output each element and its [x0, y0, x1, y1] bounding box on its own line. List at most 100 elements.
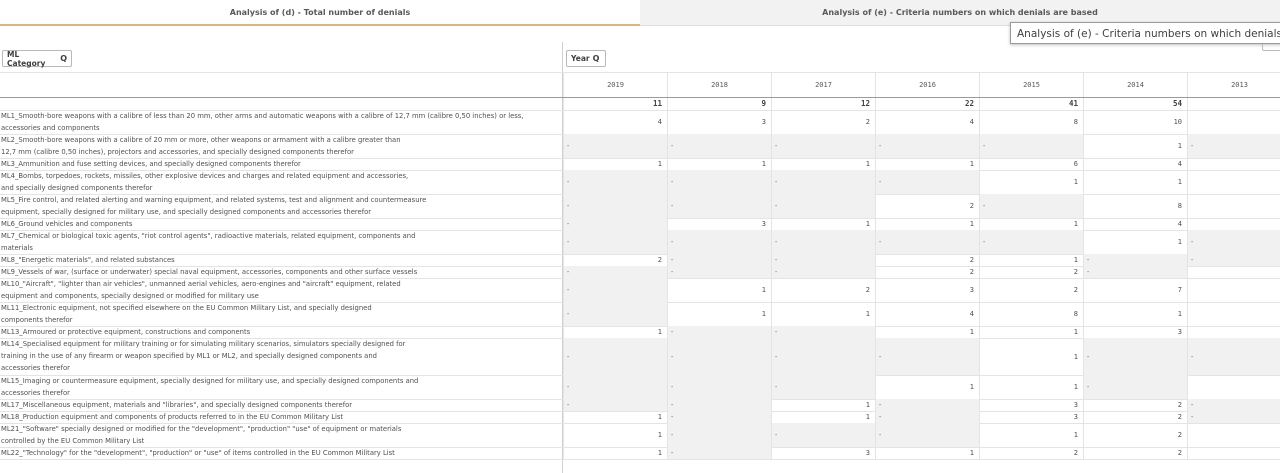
table-cell[interactable]: - — [563, 230, 667, 254]
row-category-label[interactable]: ML13_Armoured or protective equipment, c… — [1, 326, 551, 338]
table-cell[interactable]: - — [1083, 375, 1187, 399]
year-column-header[interactable]: 2017 — [771, 72, 875, 98]
table-cell[interactable]: - — [771, 170, 875, 194]
table-cell[interactable]: - — [771, 326, 875, 338]
table-cell[interactable] — [1187, 278, 1280, 302]
table-cell[interactable]: - — [771, 230, 875, 254]
table-cell[interactable] — [1187, 170, 1280, 194]
row-category-label[interactable]: ML2_Smooth-bore weapons with a calibre o… — [1, 134, 551, 158]
row-category-label[interactable]: ML7_Chemical or biological toxic agents,… — [1, 230, 551, 254]
table-cell[interactable]: 2 — [1083, 423, 1187, 447]
table-cell[interactable]: - — [563, 194, 667, 218]
year-column-header[interactable]: 2013 — [1187, 72, 1280, 98]
row-category-label[interactable]: ML5_Fire control, and related alerting a… — [1, 194, 551, 218]
table-cell[interactable]: - — [1187, 399, 1280, 411]
table-cell[interactable]: 1 — [979, 254, 1083, 266]
table-cell[interactable]: - — [667, 254, 771, 266]
table-cell[interactable]: 3 — [771, 447, 875, 459]
table-cell[interactable]: 6 — [979, 158, 1083, 170]
table-cell[interactable]: - — [771, 423, 875, 447]
table-cell[interactable]: 1 — [563, 326, 667, 338]
table-cell[interactable]: 4 — [1083, 158, 1187, 170]
table-cell[interactable]: 2 — [979, 266, 1083, 278]
table-cell[interactable] — [1187, 423, 1280, 447]
table-cell[interactable]: 1 — [563, 158, 667, 170]
table-cell[interactable]: 2 — [563, 254, 667, 266]
table-cell[interactable]: - — [979, 230, 1083, 254]
table-cell[interactable]: - — [563, 266, 667, 278]
year-column-header[interactable]: 2019 — [563, 72, 667, 98]
table-cell[interactable] — [1187, 218, 1280, 230]
table-cell[interactable]: 2 — [1083, 411, 1187, 423]
table-cell[interactable]: - — [875, 134, 979, 158]
table-cell[interactable] — [1187, 194, 1280, 218]
year-column-header[interactable]: 2016 — [875, 72, 979, 98]
table-cell[interactable]: - — [667, 447, 771, 459]
table-cell[interactable]: - — [563, 399, 667, 411]
table-cell[interactable]: 1 — [771, 218, 875, 230]
table-cell[interactable]: - — [667, 338, 771, 375]
table-cell[interactable]: 4 — [875, 302, 979, 326]
row-category-label[interactable]: ML4_Bombs, torpedoes, rockets, missiles,… — [1, 170, 551, 194]
table-cell[interactable]: 8 — [1083, 194, 1187, 218]
table-cell[interactable]: - — [875, 411, 979, 423]
table-cell[interactable]: 1 — [979, 170, 1083, 194]
table-cell[interactable]: - — [667, 326, 771, 338]
table-cell[interactable]: - — [667, 411, 771, 423]
table-cell[interactable]: 1 — [771, 158, 875, 170]
row-category-label[interactable]: ML3_Ammunition and fuse setting devices,… — [1, 158, 551, 170]
table-cell[interactable]: 4 — [563, 110, 667, 134]
table-cell[interactable]: 1 — [771, 302, 875, 326]
table-cell[interactable]: 1 — [875, 326, 979, 338]
table-cell[interactable]: - — [1083, 254, 1187, 266]
table-cell[interactable]: 3 — [979, 399, 1083, 411]
table-cell[interactable]: - — [563, 302, 667, 326]
year-column-header[interactable]: 2014 — [1083, 72, 1187, 98]
table-cell[interactable]: 8 — [979, 302, 1083, 326]
table-cell[interactable]: 1 — [1083, 134, 1187, 158]
table-cell[interactable]: 1 — [979, 375, 1083, 399]
table-cell[interactable]: - — [875, 423, 979, 447]
table-cell[interactable]: 1 — [563, 447, 667, 459]
table-cell[interactable]: - — [667, 266, 771, 278]
row-category-label[interactable]: ML11_Electronic equipment, not specified… — [1, 302, 551, 326]
table-cell[interactable]: - — [1187, 230, 1280, 254]
table-cell[interactable]: 1 — [979, 326, 1083, 338]
table-cell[interactable]: 3 — [979, 411, 1083, 423]
table-cell[interactable]: 1 — [563, 423, 667, 447]
table-cell[interactable] — [1187, 266, 1280, 278]
row-category-label[interactable]: ML1_Smooth-bore weapons with a calibre o… — [1, 110, 551, 134]
table-cell[interactable] — [1187, 447, 1280, 459]
table-cell[interactable] — [1187, 326, 1280, 338]
table-cell[interactable]: 1 — [667, 158, 771, 170]
table-cell[interactable]: - — [667, 170, 771, 194]
table-cell[interactable]: 1 — [1083, 230, 1187, 254]
ml-category-filter-button[interactable]: ML Category Q — [2, 50, 72, 68]
table-cell[interactable]: 1 — [875, 218, 979, 230]
table-cell[interactable]: 3 — [667, 218, 771, 230]
table-cell[interactable]: 8 — [979, 110, 1083, 134]
table-cell[interactable]: 3 — [1083, 326, 1187, 338]
table-cell[interactable]: - — [1187, 254, 1280, 266]
table-cell[interactable]: 1 — [875, 158, 979, 170]
tab-total-denials[interactable]: Analysis of (d) - Total number of denial… — [0, 0, 640, 26]
table-cell[interactable]: 2 — [771, 110, 875, 134]
row-category-label[interactable]: ML22_"Technology" for the "development",… — [1, 447, 551, 459]
table-cell[interactable]: - — [1083, 338, 1187, 375]
table-cell[interactable]: 4 — [875, 110, 979, 134]
table-cell[interactable]: 3 — [667, 110, 771, 134]
table-cell[interactable] — [1187, 302, 1280, 326]
table-cell[interactable]: 1 — [875, 447, 979, 459]
table-cell[interactable]: 2 — [771, 278, 875, 302]
table-cell[interactable]: - — [563, 338, 667, 375]
table-cell[interactable]: 7 — [1083, 278, 1187, 302]
table-cell[interactable]: - — [667, 230, 771, 254]
table-cell[interactable]: 1 — [979, 218, 1083, 230]
table-cell[interactable]: - — [1187, 411, 1280, 423]
row-category-label[interactable]: ML15_Imaging or countermeasure equipment… — [1, 375, 551, 399]
table-cell[interactable]: - — [979, 134, 1083, 158]
row-category-label[interactable]: ML9_Vessels of war, (surface or underwat… — [1, 266, 551, 278]
row-category-label[interactable]: ML21_"Software" specially designed or mo… — [1, 423, 551, 447]
table-cell[interactable]: - — [563, 375, 667, 399]
table-cell[interactable]: 1 — [667, 278, 771, 302]
